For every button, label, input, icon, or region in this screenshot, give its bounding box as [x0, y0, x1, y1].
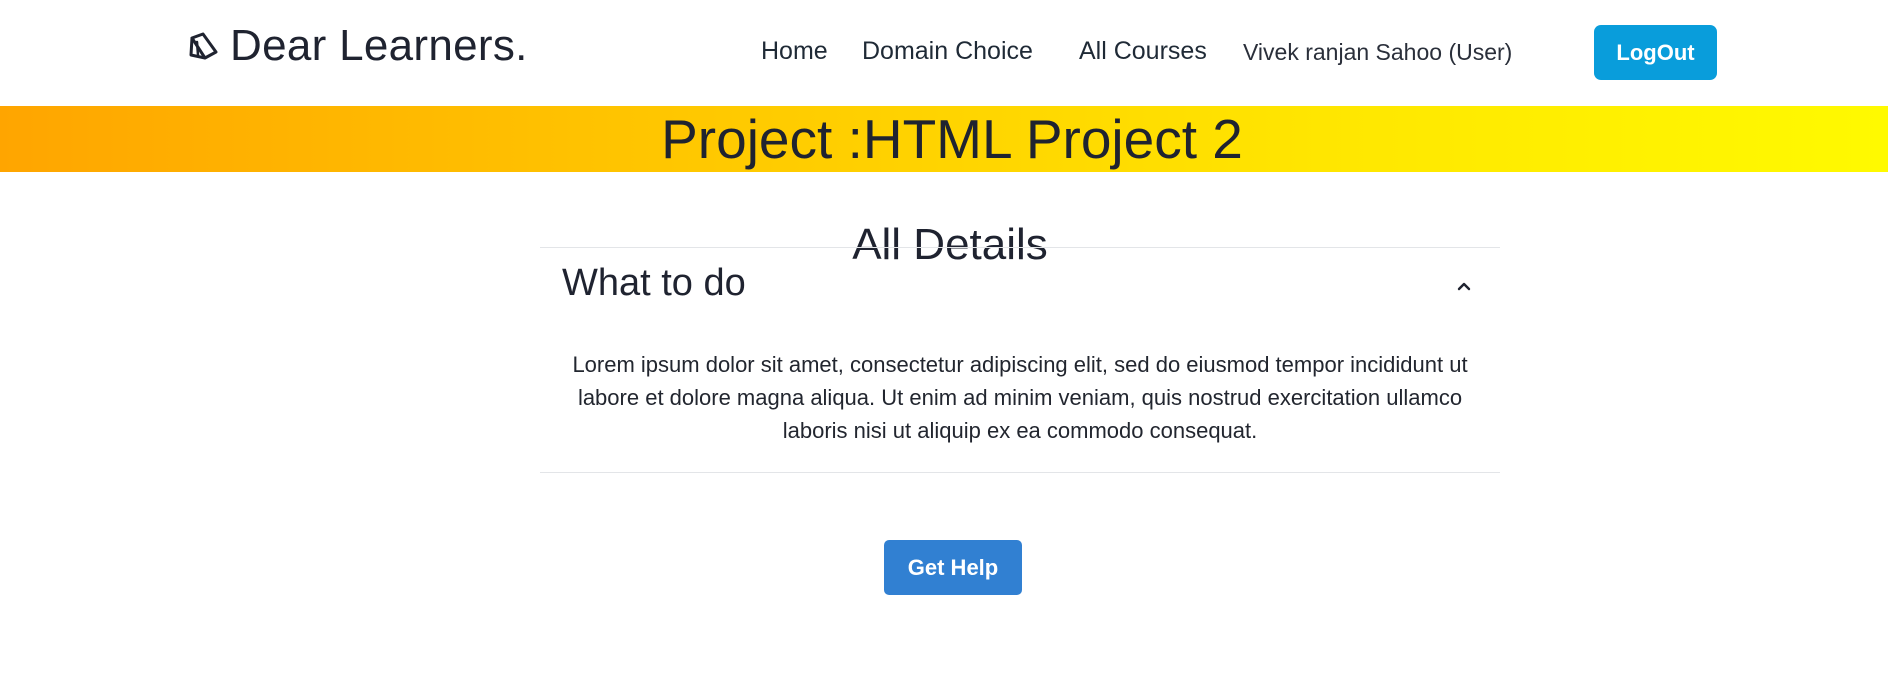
book-open-icon [189, 32, 218, 60]
logout-button[interactable]: LogOut [1594, 25, 1717, 80]
page: Dear Learners. Home Domain Choice All Co… [0, 0, 1888, 674]
brand-name: Dear Learners. [230, 21, 528, 70]
nav-link-all-courses[interactable]: All Courses [1079, 36, 1207, 66]
nav-link-domain-choice[interactable]: Domain Choice [862, 36, 1033, 66]
accordion-title: What to do [562, 262, 746, 304]
project-banner: Project :HTML Project 2 [0, 106, 1888, 172]
user-label: Vivek ranjan Sahoo (User) [1243, 39, 1513, 65]
chevron-up-icon[interactable] [1456, 280, 1472, 292]
accordion: What to do Lorem ipsum dolor sit amet, c… [540, 247, 1500, 473]
accordion-body: Lorem ipsum dolor sit amet, consectetur … [572, 352, 1468, 443]
brand-link[interactable]: Dear Learners. [186, 22, 528, 70]
get-help-button[interactable]: Get Help [884, 540, 1022, 595]
accordion-header-what-to-do[interactable]: What to do [540, 248, 1500, 320]
project-title: Project :HTML Project 2 [661, 108, 1243, 170]
nav-link-home[interactable]: Home [761, 36, 828, 66]
navbar: Dear Learners. Home Domain Choice All Co… [0, 0, 1888, 106]
